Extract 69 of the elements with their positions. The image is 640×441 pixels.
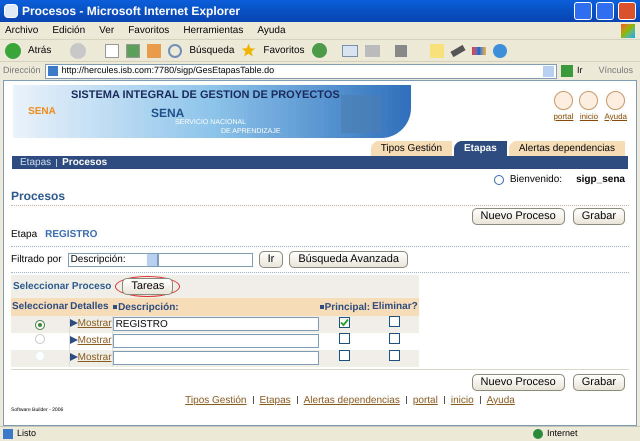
details-link[interactable]: Mostrar	[78, 316, 112, 331]
action-button[interactable]: Nuevo Proceso	[472, 374, 565, 390]
footer-link[interactable]: Tipos Gestión	[185, 392, 246, 408]
header-link[interactable]: inicio	[580, 111, 598, 123]
close-button[interactable]	[618, 2, 636, 20]
sena-logo: SENA	[27, 105, 57, 119]
header-link[interactable]: Ayuda	[604, 111, 627, 123]
footer-link[interactable]: Etapas	[260, 392, 291, 408]
go-button[interactable]: Ir	[258, 251, 284, 268]
column-header: Detalles	[70, 300, 109, 314]
menu-item[interactable]: Herramientas	[183, 23, 244, 38]
checkbox[interactable]	[339, 316, 350, 328]
footer-link[interactable]: portal	[412, 392, 438, 408]
column-header: Descripción:	[118, 300, 179, 314]
column-header: Principal:	[324, 300, 370, 314]
go-label[interactable]: Ir	[576, 64, 582, 78]
url-text: http://hercules.isb.com:7780/sigp/GesEtapasTable.do	[62, 64, 276, 78]
footer-link[interactable]: Ayuda	[486, 392, 515, 408]
welcome-label: Bienvenido:	[510, 173, 562, 187]
etapa-label: Etapa	[11, 228, 38, 242]
address-label: Dirección	[3, 64, 41, 78]
star-icon[interactable]	[241, 43, 256, 58]
zone-text: Internet	[547, 427, 579, 440]
nav-link[interactable]: Etapas	[20, 155, 52, 170]
nav-link[interactable]: Procesos	[62, 155, 108, 170]
filter-input[interactable]	[158, 252, 253, 266]
checkbox[interactable]	[339, 333, 350, 344]
column-header: Seleccionar	[12, 300, 68, 314]
radio-button[interactable]	[34, 320, 45, 330]
window-title: Procesos - Microsoft Internet Explorer	[22, 3, 242, 20]
action-button[interactable]: Grabar	[572, 208, 625, 225]
address-field[interactable]: http://hercules.isb.com:7780/sigp/GesEtapasTable.do	[44, 64, 557, 78]
menu-item[interactable]: Ver	[99, 23, 114, 38]
column-header: Eliminar?	[372, 300, 418, 314]
username: sigp_sena	[576, 173, 625, 187]
checkmark-icon	[340, 318, 350, 326]
action-button[interactable]: Nuevo Proceso	[472, 208, 565, 225]
menu-item[interactable]: Ayuda	[257, 23, 286, 38]
minimize-button[interactable]	[574, 2, 592, 20]
menu-item[interactable]: Favoritos	[128, 23, 170, 38]
banner-title: SISTEMA INTEGRAL DE GESTION DE PROYECTOS	[71, 88, 340, 102]
page-title: Procesos	[10, 188, 66, 205]
filter-label: Filtrado por	[11, 253, 62, 267]
tab[interactable]: Tipos Gestión	[370, 141, 452, 156]
checkbox[interactable]	[389, 333, 400, 344]
table-title: Seleccionar Proceso	[13, 280, 112, 294]
header-link[interactable]: portal	[553, 111, 574, 123]
footer-link[interactable]: inicio	[450, 392, 474, 408]
etapa-value: REGISTRO	[45, 228, 98, 242]
maximize-button[interactable]	[596, 2, 614, 20]
menu-item[interactable]: Edición	[52, 23, 86, 38]
tab[interactable]: Alertas dependencias	[508, 141, 625, 156]
favorites-label[interactable]: Favoritos	[263, 43, 305, 58]
details-link[interactable]: Mostrar	[78, 332, 112, 348]
back-label[interactable]: Atrás	[28, 43, 52, 58]
search-label[interactable]: Búsqueda	[189, 43, 234, 58]
tasks-button[interactable]: Tareas	[122, 278, 174, 295]
links-label[interactable]: Vínculos	[598, 64, 633, 78]
checkbox[interactable]	[389, 316, 400, 327]
radio-button[interactable]	[34, 334, 45, 344]
advanced-search-button[interactable]: Búsqueda Avanzada	[289, 251, 408, 268]
menu-item[interactable]: Archivo	[5, 23, 38, 38]
action-button[interactable]: Grabar	[572, 374, 625, 390]
filter-select[interactable]: Descripción:	[68, 252, 158, 266]
description-field[interactable]: REGISTRO	[112, 317, 319, 331]
banner-brand: SENA	[151, 107, 184, 119]
status-text: Listo	[17, 427, 38, 440]
tab[interactable]: Etapas	[454, 141, 507, 156]
footer-link[interactable]: Alertas dependencias	[304, 392, 400, 408]
